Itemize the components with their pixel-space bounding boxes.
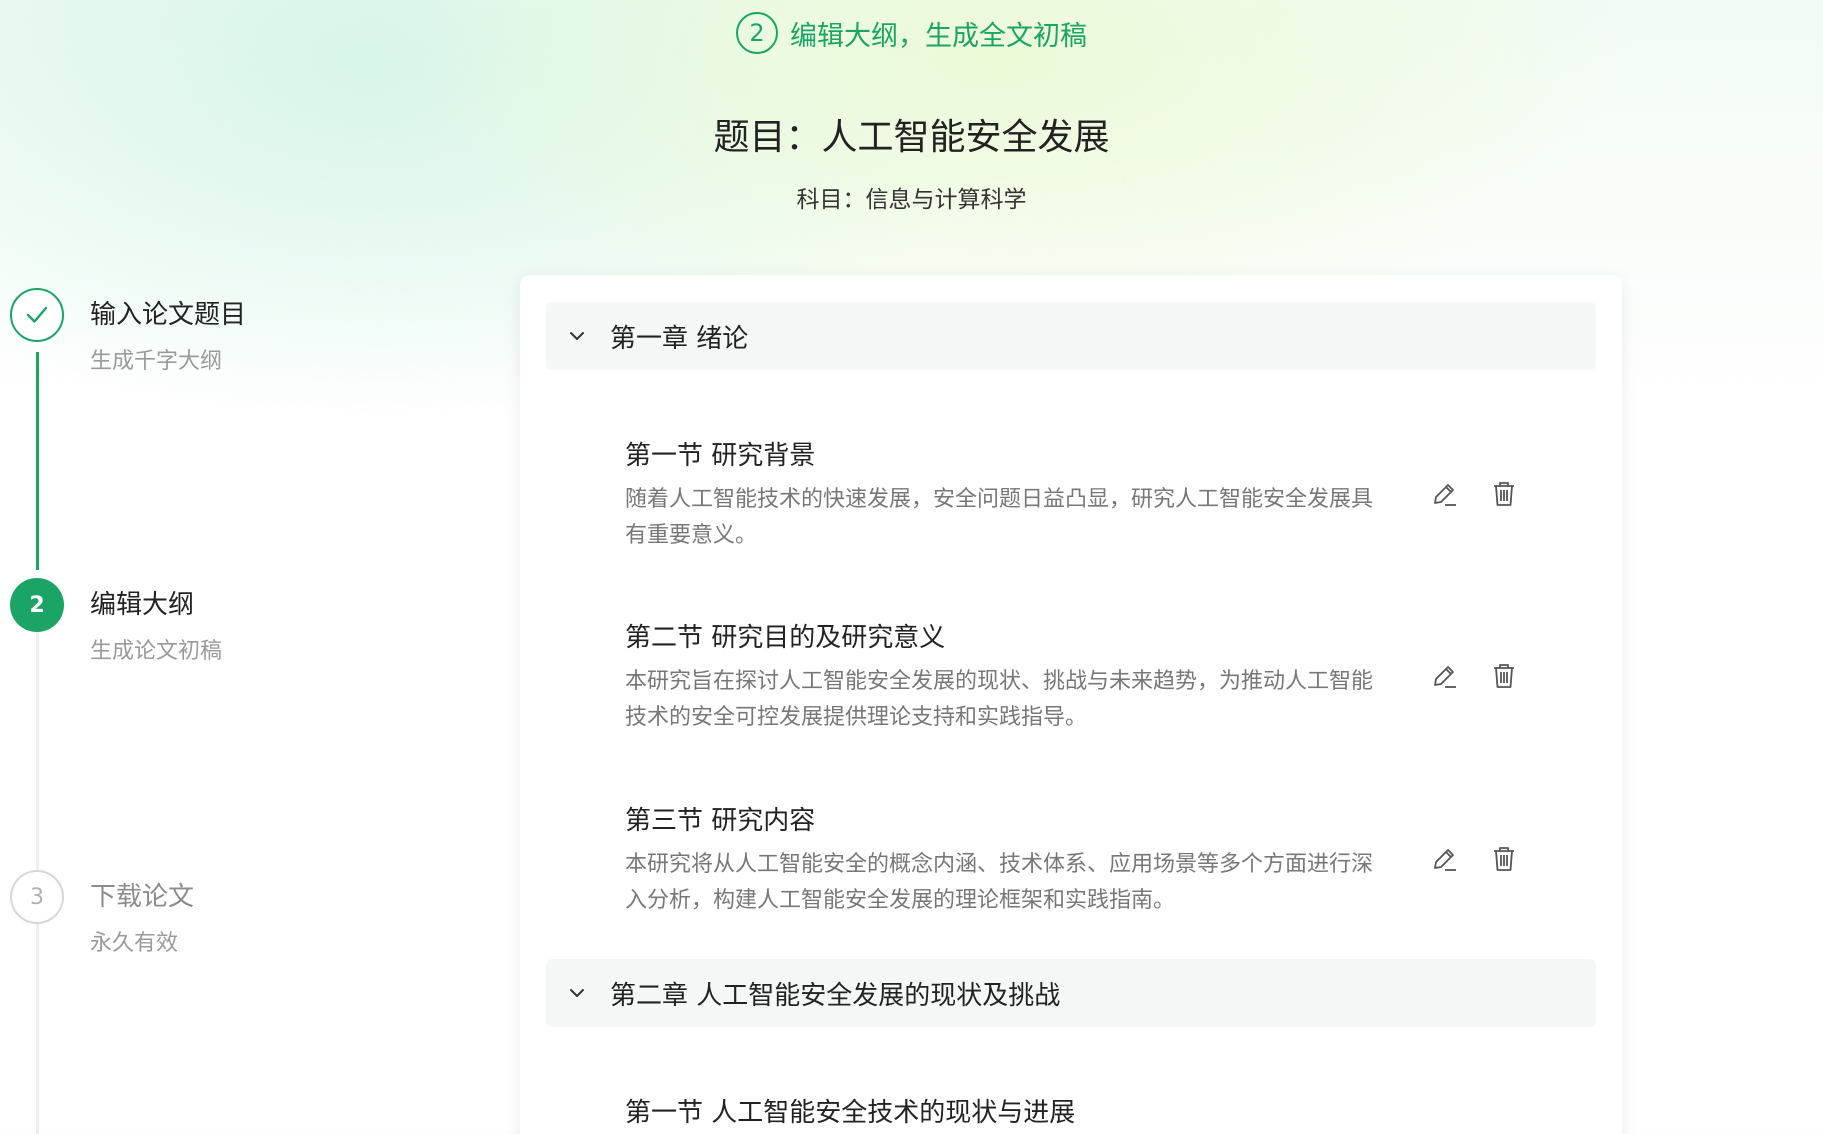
chevron-down-icon [570,332,584,340]
stepper-item-subtitle: 永久有效 [90,931,179,956]
section-description: 本研究旨在探讨人工智能安全发展的现状、挑战与未来趋势，为推动人工智能技术的安全可… [625,669,1374,730]
section-actions [1428,660,1520,692]
section-actions [1428,478,1520,510]
outline-card: 第一章 绪论 第一节 研究背景 随着人工智能技术的快速发展，安全问题日益凸显，研… [520,275,1622,1134]
section-description: 随着人工智能技术的快速发展，安全问题日益凸显，研究人工智能安全发展具有重要意义。 [625,487,1374,548]
chapter-title: 第二章 人工智能安全发展的现状及挑战 [610,980,1061,1011]
trash-icon[interactable] [1488,660,1520,692]
outline-section: 第二节 研究目的及研究意义 本研究旨在探讨人工智能安全发展的现状、挑战与未来趋势… [625,617,1525,736]
section-title: 第二节 研究目的及研究意义 [625,623,946,653]
current-step-number: 2 [736,12,778,54]
section-actions [1428,843,1520,875]
paper-title: 题目：人工智能安全发展 [713,117,1110,158]
check-icon [10,288,64,342]
section-title: 第一节 人工智能安全技术的现状与进展 [625,1098,1076,1128]
outline-section: 第一节 研究背景 随着人工智能技术的快速发展，安全问题日益凸显，研究人工智能安全… [625,435,1525,554]
stepper-number: 2 [10,578,64,632]
stepper-item-title: 编辑大纲 [90,590,195,620]
chapter-title: 第一章 绪论 [610,323,749,354]
progress-stepper: 输入论文题目 生成千字大纲 2 编辑大纲 生成论文初稿 3 下载论文 永久有效 [0,280,480,1134]
outline-section: 第一节 人工智能安全技术的现状与进展 [625,1092,1525,1129]
current-step-heading: 2 编辑大纲，生成全文初稿 [0,12,1823,54]
trash-icon[interactable] [1488,843,1520,875]
stepper-connector-done [36,352,39,570]
stepper-item-subtitle: 生成论文初稿 [90,639,223,664]
section-title: 第三节 研究内容 [625,806,816,836]
current-step-label: 编辑大纲，生成全文初稿 [790,20,1087,52]
stepper-number: 3 [10,870,64,924]
pencil-icon[interactable] [1428,478,1460,510]
chapter-header[interactable]: 第二章 人工智能安全发展的现状及挑战 [546,959,1596,1027]
pencil-icon[interactable] [1428,843,1460,875]
trash-icon[interactable] [1488,478,1520,510]
outline-section: 第三节 研究内容 本研究将从人工智能安全的概念内涵、技术体系、应用场景等多个方面… [625,800,1525,919]
stepper-item-title: 输入论文题目 [90,300,247,330]
paper-subject: 科目：信息与计算科学 [796,187,1027,213]
section-description: 本研究将从人工智能安全的概念内涵、技术体系、应用场景等多个方面进行深入分析，构建… [625,852,1374,913]
stepper-item-title: 下载论文 [90,882,195,912]
section-title: 第一节 研究背景 [625,441,816,471]
chapter-header[interactable]: 第一章 绪论 [546,302,1596,370]
stepper-item-subtitle: 生成千字大纲 [90,349,223,374]
chevron-down-icon [570,989,584,997]
pencil-icon[interactable] [1428,660,1460,692]
